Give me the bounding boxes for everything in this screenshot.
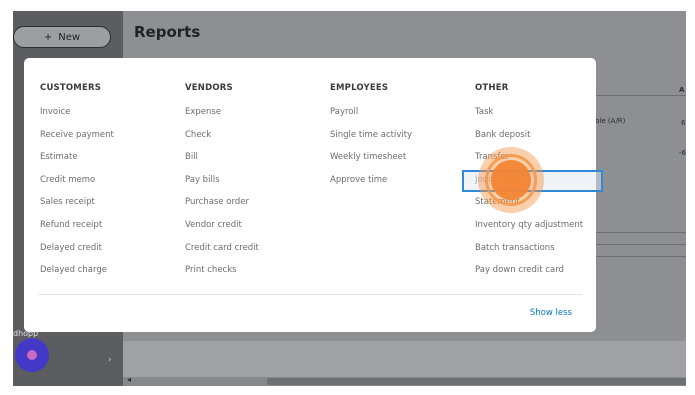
new-button-label: New [58, 31, 81, 43]
assistant-icon [27, 350, 37, 360]
menu-item-check[interactable]: Check [185, 130, 259, 153]
horizontal-scrollbar[interactable]: ◂ [123, 375, 686, 386]
menu-item-receive-payment[interactable]: Receive payment [40, 130, 114, 153]
table-column-header: A [679, 86, 685, 94]
scrollbar-thumb[interactable] [267, 378, 686, 385]
menu-item-payroll[interactable]: Payroll [330, 107, 412, 130]
menu-heading-employees: EMPLOYEES [330, 83, 389, 93]
table-divider [595, 95, 686, 96]
table-divider [595, 232, 686, 233]
assistant-launcher-button[interactable] [15, 338, 49, 372]
menu-item-invoice[interactable]: Invoice [40, 107, 114, 130]
menu-heading-vendors: VENDORS [185, 83, 233, 93]
menu-item-sales-receipt[interactable]: Sales receipt [40, 197, 114, 220]
table-divider [595, 256, 686, 257]
menu-item-bank-deposit[interactable]: Bank deposit [475, 130, 583, 153]
menu-item-bill[interactable]: Bill [185, 152, 259, 175]
menu-item-refund-receipt[interactable]: Refund receipt [40, 220, 114, 243]
menu-item-vendor-credit[interactable]: Vendor credit [185, 220, 259, 243]
menu-item-delayed-charge[interactable]: Delayed charge [40, 265, 114, 288]
menu-item-credit-card-credit[interactable]: Credit card credit [185, 243, 259, 266]
menu-item-weekly-timesheet[interactable]: Weekly timesheet [330, 152, 412, 175]
menu-column-customers: CUSTOMERS Invoice Receive payment Estima… [40, 83, 114, 288]
menu-item-expense[interactable]: Expense [185, 107, 259, 130]
table-divider [595, 244, 686, 245]
scroll-left-icon[interactable]: ◂ [127, 375, 131, 384]
menu-item-purchase-order[interactable]: Purchase order [185, 197, 259, 220]
plus-icon: + [43, 31, 53, 43]
click-indicator-center [491, 160, 531, 200]
menu-column-employees: EMPLOYEES Payroll Single time activity W… [330, 83, 412, 197]
chevron-right-icon: › [108, 355, 112, 365]
menu-divider [38, 294, 582, 295]
table-value: 6 [681, 119, 686, 127]
page-title: Reports [134, 23, 201, 41]
menu-item-task[interactable]: Task [475, 107, 583, 130]
menu-item-inventory-qty-adjustment[interactable]: Inventory qty adjustment [475, 220, 583, 243]
menu-heading-customers: CUSTOMERS [40, 83, 102, 93]
table-value: -6 [679, 149, 686, 157]
new-button[interactable]: + New [13, 26, 111, 48]
menu-item-print-checks[interactable]: Print checks [185, 265, 259, 288]
show-less-link[interactable]: Show less [530, 308, 572, 318]
new-transaction-menu: CUSTOMERS Invoice Receive payment Estima… [24, 58, 603, 332]
menu-item-single-time-activity[interactable]: Single time activity [330, 130, 412, 153]
menu-item-approve-time[interactable]: Approve time [330, 175, 412, 198]
menu-item-pay-bills[interactable]: Pay bills [185, 175, 259, 198]
menu-item-batch-transactions[interactable]: Batch transactions [475, 243, 583, 266]
menu-item-credit-memo[interactable]: Credit memo [40, 175, 114, 198]
table-row-label: ble (A/R) [595, 117, 626, 125]
menu-heading-other: OTHER [475, 83, 509, 93]
menu-item-estimate[interactable]: Estimate [40, 152, 114, 175]
app-viewport: + New dhopp ng › Reports A ble (A/R) 6 -… [13, 11, 686, 386]
menu-item-delayed-credit[interactable]: Delayed credit [40, 243, 114, 266]
menu-column-vendors: VENDORS Expense Check Bill Pay bills Pur… [185, 83, 259, 288]
menu-item-pay-down-credit-card[interactable]: Pay down credit card [475, 265, 583, 288]
footer-band [123, 341, 686, 377]
